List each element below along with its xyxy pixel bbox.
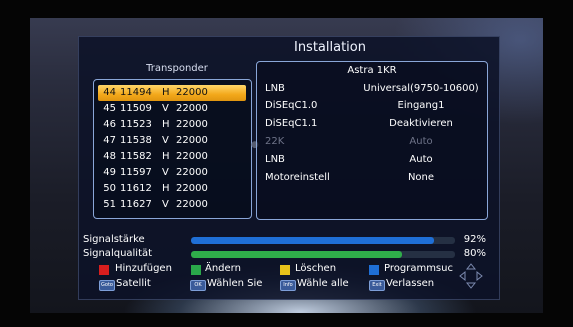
transponder-frequency: 11523 [120, 119, 152, 130]
exit-key-icon: Exit [369, 280, 385, 291]
setting-row-motor[interactable]: Motoreinstell None [265, 172, 483, 186]
goto-key-label[interactable]: Satellit [116, 278, 151, 289]
satellite-settings-box: Astra 1KR LNB Universal(9750-10600) DiSE… [256, 61, 488, 220]
transponder-frequency: 11597 [120, 167, 152, 178]
transponder-polarization: V [162, 103, 169, 114]
blue-key-label[interactable]: Programmsuc [384, 263, 453, 274]
transponder-symbol-rate: 22000 [176, 183, 208, 194]
setting-value: Eingang1 [397, 100, 445, 111]
green-key-icon [191, 265, 201, 275]
setting-label: LNB [265, 83, 285, 94]
signal-quality-fill [191, 251, 403, 258]
signal-strength-bar [191, 237, 455, 244]
yellow-key-icon [280, 265, 290, 275]
transponder-polarization: H [162, 183, 170, 194]
blue-key-icon [369, 265, 379, 275]
setting-row-lnb[interactable]: LNB Universal(9750-10600) [265, 83, 483, 97]
transponder-symbol-rate: 22000 [176, 87, 208, 98]
transponder-number: 49 [103, 167, 116, 178]
setting-label: Motoreinstell [265, 172, 330, 183]
transponder-polarization: H [162, 151, 170, 162]
transponder-polarization: H [162, 87, 170, 98]
setting-row-lnb-power[interactable]: LNB Auto [265, 154, 483, 168]
green-key-label[interactable]: Ändern [205, 263, 241, 274]
transponder-polarization: H [162, 119, 170, 130]
setting-label: DiSEqC1.1 [265, 118, 318, 129]
transponder-polarization: V [162, 167, 169, 178]
transponder-row[interactable]: 47 11538 V 22000 [98, 133, 246, 149]
red-key-label[interactable]: Hinzufügen [115, 263, 172, 274]
direction-pad-icon [459, 263, 483, 289]
signal-strength-fill [191, 237, 434, 244]
transponder-number: 51 [103, 199, 116, 210]
setting-label: LNB [265, 154, 285, 165]
signal-strength-percent: 92% [463, 234, 486, 245]
transponder-row[interactable]: 46 11523 H 22000 [98, 117, 246, 133]
transponder-frequency: 11509 [120, 103, 152, 114]
transponder-list[interactable]: 44 11494 H 22000 45 11509 V 22000 46 115… [93, 79, 252, 219]
transponder-symbol-rate: 22000 [176, 167, 208, 178]
signal-quality-bar [191, 251, 455, 258]
ok-key-icon: OK [190, 280, 206, 291]
info-key-label[interactable]: Wähle alle [297, 278, 349, 289]
transponder-row[interactable]: 45 11509 V 22000 [98, 101, 246, 117]
screen-border-top [0, 0, 573, 18]
setting-value: None [407, 172, 435, 183]
setting-row-22k[interactable]: 22K Auto [265, 136, 483, 150]
screen-border-left [0, 0, 30, 327]
transponder-frequency: 11538 [120, 135, 152, 146]
transponder-number: 45 [103, 103, 116, 114]
transponder-polarization: V [162, 135, 169, 146]
red-key-icon [99, 265, 109, 275]
setting-value: Auto [409, 154, 433, 165]
transponder-symbol-rate: 22000 [176, 119, 208, 130]
signal-strength-label: Signalstärke [83, 234, 145, 245]
setting-value: Auto [409, 136, 433, 147]
transponder-symbol-rate: 22000 [176, 199, 208, 210]
goto-key-icon: Goto [99, 280, 115, 291]
setting-value: Deaktivieren [389, 118, 453, 129]
screen-border-bottom [0, 313, 573, 327]
transponder-symbol-rate: 22000 [176, 151, 208, 162]
transponder-frequency: 11612 [120, 183, 152, 194]
transponder-row[interactable]: 48 11582 H 22000 [98, 149, 246, 165]
transponder-number: 47 [103, 135, 116, 146]
setting-label: DiSEqC1.0 [265, 100, 318, 111]
transponder-row[interactable]: 44 11494 H 22000 [98, 85, 246, 101]
info-key-icon: Info [280, 280, 296, 291]
ok-key-label[interactable]: Wählen Sie [207, 278, 262, 289]
transponder-number: 48 [103, 151, 116, 162]
setting-row-diseqc11[interactable]: DiSEqC1.1 Deaktivieren [265, 118, 483, 132]
transponder-row[interactable]: 49 11597 V 22000 [98, 165, 246, 181]
transponder-row[interactable]: 50 11612 H 22000 [98, 181, 246, 197]
transponder-frequency: 11582 [120, 151, 152, 162]
transponder-polarization: V [162, 199, 169, 210]
yellow-key-label[interactable]: Löschen [295, 263, 336, 274]
exit-key-label[interactable]: Verlassen [386, 278, 434, 289]
setting-value: Universal(9750-10600) [363, 83, 479, 94]
screen-border-right [543, 0, 573, 327]
setting-row-diseqc10[interactable]: DiSEqC1.0 Eingang1 [265, 100, 483, 114]
transponder-label: Transponder [146, 63, 208, 74]
signal-quality-label: Signalqualität [83, 248, 153, 259]
transponder-symbol-rate: 22000 [176, 103, 208, 114]
transponder-number: 44 [103, 87, 116, 98]
transponder-row[interactable]: 51 11627 V 22000 [98, 197, 246, 213]
setting-label: 22K [265, 136, 285, 147]
satellite-name: Astra 1KR [347, 65, 397, 76]
transponder-number: 46 [103, 119, 116, 130]
signal-quality-percent: 80% [463, 248, 486, 259]
transponder-symbol-rate: 22000 [176, 135, 208, 146]
transponder-number: 50 [103, 183, 116, 194]
transponder-frequency: 11494 [120, 87, 152, 98]
transponder-frequency: 11627 [120, 199, 152, 210]
page-title: Installation [293, 40, 366, 55]
